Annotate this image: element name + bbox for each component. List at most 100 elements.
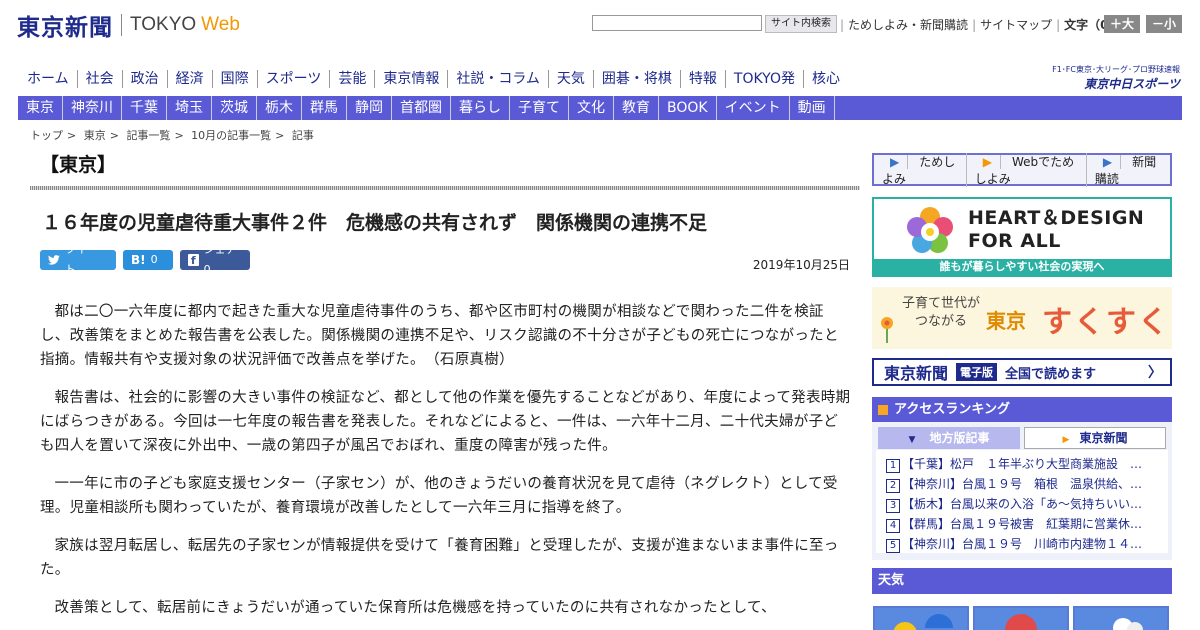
font-larger-button[interactable]: ＋大 [1104, 15, 1140, 33]
divider: | [1056, 17, 1061, 32]
tab-local-articles[interactable]: ▼ 地方版記事 [878, 427, 1020, 449]
region-shizuoka[interactable]: 静岡 [347, 96, 392, 120]
weather-panel-sunny[interactable] [873, 606, 969, 630]
tab-tokyo-label: 東京新聞 [1079, 431, 1128, 445]
rank-number: 2 [886, 479, 900, 493]
sitemap-link[interactable]: サイトマップ [980, 16, 1052, 33]
nav-home[interactable]: ホーム [20, 70, 78, 88]
digital-logo: 東京新聞 [884, 364, 949, 383]
hatena-b-icon: B! [131, 253, 146, 267]
digital-edition-tag: 電子版 [956, 363, 998, 381]
article-headline: １６年度の児童虐待重大事件２件 危機感の共有されず 関係機関の連携不足 [42, 212, 708, 234]
heart-design-title: HEART＆DESIGN FOR ALL [968, 207, 1144, 253]
region-event[interactable]: イベント [717, 96, 790, 120]
nav-tokyo-info[interactable]: 東京情報 [375, 70, 449, 88]
rank-number: 3 [886, 499, 900, 513]
subscribe-sidebar-link[interactable]: ▶ 新聞購読 [1087, 153, 1170, 187]
ranking-header: アクセスランキング [872, 397, 1172, 422]
ranking-item[interactable]: 4 【群馬】台風１９号被害 紅葉期に営業休… [886, 514, 1158, 534]
nav-tokyo-hatsu[interactable]: TOKYO発 [726, 70, 804, 88]
flower-icon [881, 317, 893, 343]
ranking-item[interactable]: 1 【千葉】松戸 １年半ぶり大型商業施設 … [886, 454, 1158, 474]
facebook-share-button[interactable]: f シェア 0 [180, 243, 250, 276]
site-search-button[interactable]: サイト内検索 [765, 15, 837, 33]
region-bunka[interactable]: 文化 [569, 96, 614, 120]
logo-web-text: Web [201, 14, 240, 35]
arrow-right-icon: ▶ [882, 154, 909, 169]
access-ranking: アクセスランキング ▼ 地方版記事 ▶ 東京新聞 1 【千葉】松戸 １年半ぶり大型商業… [872, 397, 1172, 560]
trial-link[interactable]: ▶ ためしよみ [874, 152, 967, 187]
nav-international[interactable]: 国際 [213, 70, 258, 88]
article-date: 2019年10月25日 [752, 258, 850, 272]
tweet-button[interactable]: ツイート [40, 243, 116, 276]
region-tokyo[interactable]: 東京 [18, 96, 63, 120]
ranking-square-icon [878, 404, 888, 415]
heart-title-line-1: HEART＆DESIGN [968, 207, 1145, 229]
ranking-item[interactable]: 3 【栃木】台風以来の入浴「あ～気持ちいい… [886, 494, 1158, 514]
heart-design-banner[interactable]: HEART＆DESIGN FOR ALL 誰もが暮らしやすい社会の実現へ [872, 197, 1172, 277]
breadcrumb-list[interactable]: 記事一覧 [126, 129, 170, 142]
nav-sports[interactable]: スポーツ [258, 70, 331, 88]
sukusuku-tagline: 子育て世代が つながる [902, 295, 980, 331]
article-body: 都は二〇一六年度に都内で起きた重大な児童虐待事件のうち、都や区市町村の機関が相談… [40, 300, 852, 630]
nav-economy[interactable]: 経済 [168, 70, 213, 88]
nav-kakushin[interactable]: 核心 [804, 70, 848, 88]
rank-number: 1 [886, 459, 900, 473]
hatena-count: 0 [150, 253, 158, 266]
ranking-item[interactable]: 2 【神奈川】台風１９号 箱根 温泉供給、… [886, 474, 1158, 494]
hatena-bookmark-button[interactable]: B! 0 [123, 250, 173, 270]
nav-society[interactable]: 社会 [78, 70, 123, 88]
breadcrumb-tokyo[interactable]: 東京 [84, 129, 106, 142]
arrow-right-icon: ▶ [974, 154, 1001, 169]
subscribe-link[interactable]: ためしよみ・新聞購読 [848, 16, 968, 33]
article-paragraph: 改善策として、転居前にきょうだいが通っていた保育所は危機感を持っていたのに共有さ… [54, 600, 776, 616]
nav-politics[interactable]: 政治 [123, 70, 168, 88]
tweet-label: ツイート [64, 243, 98, 276]
region-ibaraki[interactable]: 茨城 [212, 96, 257, 120]
ranking-list: 1 【千葉】松戸 １年半ぶり大型商業施設 … 2 【神奈川】台風１９号 箱根 温泉供… [876, 450, 1168, 553]
nav-editorial[interactable]: 社説・コラム [448, 70, 549, 88]
site-header: 東京新聞 TOKYO Web サイト内検索 | ためしよみ・新聞購読 | サイト… [0, 0, 1200, 62]
region-kyoiku[interactable]: 教育 [614, 96, 659, 120]
font-smaller-button[interactable]: －小 [1146, 15, 1182, 33]
nav-entertainment[interactable]: 芸能 [330, 70, 376, 88]
region-kurashi[interactable]: 暮らし [451, 96, 510, 120]
weather-panel-cloudy[interactable] [1073, 606, 1169, 630]
breadcrumb-separator: > [275, 129, 285, 142]
weather-header: 天気 [872, 568, 1172, 594]
nav-go-shogi[interactable]: 囲碁・将棋 [594, 70, 681, 88]
region-chiba[interactable]: 千葉 [122, 96, 167, 120]
site-search-input[interactable] [592, 15, 762, 31]
region-nav: 東京 神奈川 千葉 埼玉 茨城 栃木 群馬 静岡 首都圏 暮らし 子育て 文化 … [18, 96, 1182, 120]
trial-subscribe-box: ▶ ためしよみ ▶ Webでためしよみ ▶ 新聞購読 [872, 152, 1172, 187]
region-video[interactable]: 動画 [790, 96, 835, 120]
tab-tokyo-shimbun[interactable]: ▶ 東京新聞 [1024, 427, 1166, 449]
region-tochigi[interactable]: 栃木 [257, 96, 302, 120]
region-shutoken[interactable]: 首都圏 [392, 96, 451, 120]
region-book[interactable]: BOOK [659, 96, 717, 120]
tokyo-sukusuku-banner[interactable]: 子育て世代が つながる 東京 すくすく [872, 287, 1172, 349]
utility-links: | ためしよみ・新聞購読 | サイトマップ | 文字（0） [836, 16, 1127, 33]
chunichi-sports-banner[interactable]: F1･FC東京･大リーグ･プロ野球速報 東京中日スポーツ [1028, 64, 1180, 92]
ranking-item[interactable]: 5 【神奈川】台風１９号 川崎市内建物１４… [886, 534, 1158, 554]
region-kosodate[interactable]: 子育て [510, 96, 569, 120]
region-saitama[interactable]: 埼玉 [167, 96, 212, 120]
web-trial-link[interactable]: ▶ Webでためしよみ [967, 152, 1087, 187]
nav-weather[interactable]: 天気 [549, 70, 594, 88]
ranking-item-text: 【千葉】松戸 １年半ぶり大型商業施設 … [902, 457, 1143, 471]
tab-local-label: 地方版記事 [929, 431, 990, 445]
region-gunma[interactable]: 群馬 [302, 96, 347, 120]
sukusuku-logo-text: すくすく [1042, 305, 1170, 340]
digital-edition-banner[interactable]: 東京新聞 電子版 全国で読めます 〉 [872, 358, 1172, 386]
rank-number: 5 [886, 539, 900, 553]
site-logo[interactable]: 東京新聞 TOKYO Web [17, 8, 240, 42]
region-kanagawa[interactable]: 神奈川 [63, 96, 122, 120]
nav-tokuho[interactable]: 特報 [681, 70, 726, 88]
umbrella-icon [1005, 614, 1037, 630]
sukusuku-tagline-line-2: つながる [915, 314, 968, 329]
breadcrumb-top[interactable]: トップ [30, 129, 63, 142]
breadcrumb-separator: > [109, 129, 119, 142]
breadcrumb-month[interactable]: 10月の記事一覧 [191, 129, 271, 142]
article-paragraph: 家族は翌月転居し、転居先の子家センが情報提供を受けて「養育困難」と受理したが、支… [40, 538, 839, 578]
weather-panel-rain[interactable] [973, 606, 1069, 630]
